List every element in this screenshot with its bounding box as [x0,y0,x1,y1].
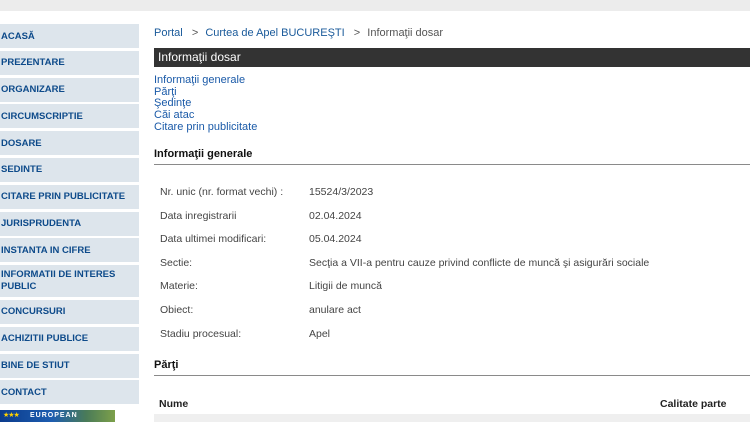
sidebar-item-instanta-in-cifre[interactable]: INSTANTA IN CIFRE [0,238,139,263]
info-label: Obiect: [160,303,194,316]
sidebar-item-label: ACASĂ [1,30,35,42]
table-of-contents: Informaţii generale Părţi Şedinţe Căi at… [154,74,257,134]
info-value: 05.04.2024 [309,233,362,246]
eu-banner[interactable]: ★★★ EUROPEAN [0,410,115,422]
breadcrumb-separator: > [191,27,199,39]
toc-link-informatii-generale[interactable]: Informaţii generale [154,74,257,87]
page-title: Informaţii dosar [154,48,750,67]
sidebar-item-contact[interactable]: CONTACT [0,380,139,405]
info-value: Apel [309,327,331,340]
info-label: Materie: [160,280,198,293]
column-header-calitate-parte[interactable]: Calitate parte [660,398,727,410]
section-heading-parti: Părţi [154,359,750,376]
main-content: Portal > Curtea de Apel BUCUREŞTI > Info… [154,0,750,422]
eu-stars-icon: ★★★ [3,412,20,419]
info-value: Litigii de muncă [309,280,382,293]
info-label: Sectie: [160,256,193,269]
breadcrumb: Portal > Curtea de Apel BUCUREŞTI > Info… [154,27,443,39]
column-header-nume[interactable]: Nume [159,398,188,410]
sidebar-item-label: PREZENTARE [1,57,65,69]
sidebar-item-concursuri[interactable]: CONCURSURI [0,299,139,324]
sidebar-item-dosare[interactable]: DOSARE [0,131,139,156]
info-label: Nr. unic (nr. format vechi) : [160,186,284,198]
info-label: Data ultimei modificari: [160,233,267,246]
parti-table-row [154,414,750,422]
sidebar-item-organizare[interactable]: ORGANIZARE [0,77,139,102]
sidebar-item-prezentare[interactable]: PREZENTARE [0,50,139,75]
toc-link-citare[interactable]: Citare prin publicitate [154,121,257,134]
sidebar-item-citare[interactable]: CITARE PRIN PUBLICITATE [0,184,139,209]
sidebar-item-achizitii[interactable]: ACHIZITII PUBLICE [0,326,139,351]
sidebar-item-label: CONTACT [1,386,47,398]
info-value: 02.04.2024 [309,209,362,222]
sidebar-item-label: CONCURSURI [1,306,66,318]
eu-banner-text: EUROPEAN [30,412,78,419]
info-label: Stadiu procesual: [160,327,242,340]
sidebar-item-label: SEDINTE [1,164,43,176]
section-heading-informatii-generale: Informaţii generale [154,148,750,165]
breadcrumb-link-portal[interactable]: Portal [154,27,183,39]
sidebar-item-label: ACHIZITII PUBLICE [1,333,89,345]
breadcrumb-link-court[interactable]: Curtea de Apel BUCUREŞTI [205,27,344,39]
sidebar-nav: ACASĂ PREZENTARE ORGANIZARE CIRCUMSCRIPT… [0,24,139,407]
sidebar-item-label: CITARE PRIN PUBLICITATE [1,191,126,203]
sidebar-item-label: INSTANTA IN CIFRE [1,244,91,256]
sidebar-item-bine-de-stiut[interactable]: BINE DE STIUT [0,353,139,378]
info-label: Data inregistrarii [160,209,237,222]
sidebar-item-label: ORGANIZARE [1,84,65,96]
info-value: anulare act [309,303,361,316]
breadcrumb-current: Informaţii dosar [367,27,444,39]
sidebar-item-jurisprudenta[interactable]: JURISPRUDENTA [0,211,139,236]
sidebar-item-interes-public[interactable]: INFORMATII DE INTERES PUBLIC [0,265,139,298]
sidebar-item-label: DOSARE [1,137,42,149]
info-value: 15524/3/2023 [309,186,374,198]
sidebar-item-label: BINE DE STIUT [1,360,70,372]
info-value: Secţia a VII-a pentru cauze privind conf… [309,256,650,269]
sidebar-item-sedinte[interactable]: SEDINTE [0,157,139,182]
breadcrumb-separator: > [353,27,361,39]
sidebar-item-circumscriptie[interactable]: CIRCUMSCRIPTIE [0,104,139,129]
sidebar-item-label: CIRCUMSCRIPTIE [1,110,83,122]
sidebar-item-acasa[interactable]: ACASĂ [0,24,139,48]
sidebar-item-label: JURISPRUDENTA [1,218,82,230]
sidebar-item-label: INFORMATII DE INTERES PUBLIC [1,269,116,293]
